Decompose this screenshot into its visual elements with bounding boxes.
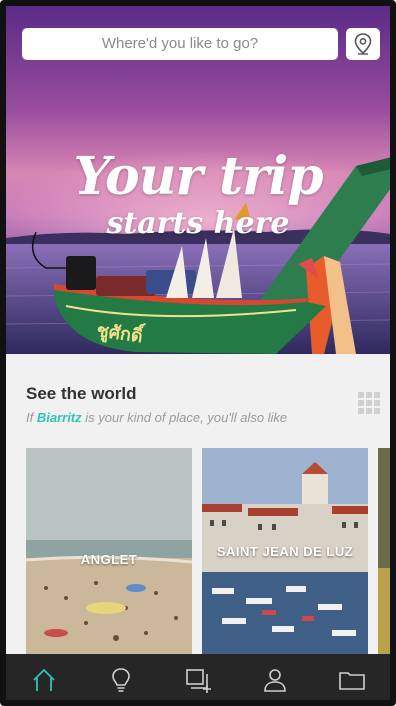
destination-card-anglet[interactable]: ANGLET: [26, 448, 192, 654]
card-label-anglet: ANGLET: [80, 552, 138, 567]
folder-icon: [338, 672, 365, 690]
bottom-navigation: [6, 654, 390, 700]
subtitle-prefix: If: [26, 410, 37, 425]
destination-card-saint-jean-de-luz[interactable]: SAINT JEAN DE LUZ: [202, 448, 368, 654]
location-pin-icon: [354, 33, 372, 55]
next-card-image: [378, 448, 390, 654]
section-subtitle: If Biarritz is your kind of place, you'l…: [26, 410, 287, 425]
profile-icon: [263, 669, 286, 692]
app-screen: ชูศักดิ์ Your trip starts here See the: [0, 0, 396, 706]
location-button[interactable]: [346, 28, 380, 60]
grid-view-icon[interactable]: [358, 392, 380, 414]
subtitle-city-link[interactable]: Biarritz: [37, 410, 82, 425]
nav-folders[interactable]: [327, 654, 377, 700]
nav-ideas[interactable]: [96, 654, 146, 700]
anglet-beach-image: [26, 448, 192, 654]
hero-title-line1: Your trip: [73, 146, 323, 207]
nav-profile[interactable]: [250, 654, 300, 700]
card-label-saint-jean-de-luz: SAINT JEAN DE LUZ: [216, 544, 354, 559]
hero-banner[interactable]: ชูศักดิ์ Your trip starts here: [6, 6, 390, 354]
lightbulb-icon: [112, 668, 130, 692]
destination-card-peek[interactable]: [378, 448, 390, 654]
see-the-world-section: See the world If Biarritz is your kind o…: [6, 354, 390, 654]
hero-title-line2: starts here: [106, 206, 290, 241]
section-title: See the world: [26, 384, 137, 403]
subtitle-suffix: is your kind of place, you'll also like: [81, 410, 288, 425]
home-icon: [33, 668, 56, 691]
nav-home[interactable]: [19, 654, 69, 700]
nav-add-collection[interactable]: [173, 654, 223, 700]
search-input[interactable]: [22, 28, 338, 60]
add-collection-icon: [186, 669, 211, 693]
